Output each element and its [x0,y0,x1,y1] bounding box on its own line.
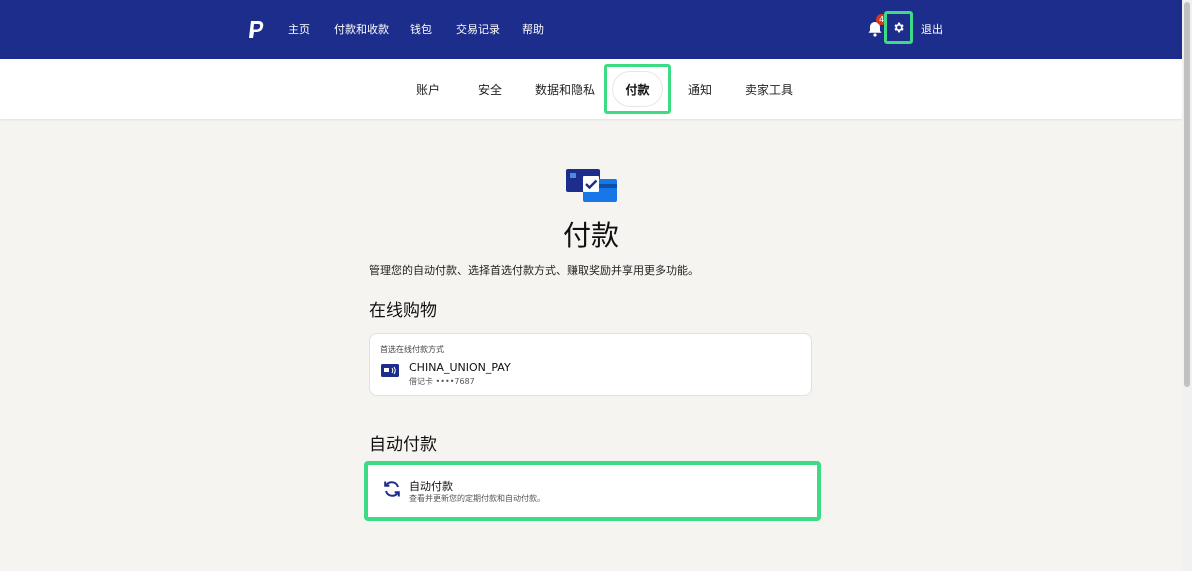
refresh-icon [384,481,400,497]
nav-help[interactable]: 帮助 [522,22,544,38]
auto-pay-description: 查看并更新您的定期付款和自动付款。 [409,494,545,503]
card-name: CHINA_UNION_PAY [409,361,511,374]
preferred-payment-card[interactable]: 首选在线付款方式 CHINA_UNION_PAY 借记卡 ••••7687 [369,333,812,396]
nav-activity[interactable]: 交易记录 [456,22,500,38]
tab-security[interactable]: 安全 [478,82,502,98]
gear-icon [894,22,904,33]
bank-card-icon [381,364,399,377]
online-shopping-heading: 在线购物 [369,301,437,321]
top-navbar: 主页 付款和收款 钱包 交易记录 帮助 4 退出 [0,0,1182,59]
nav-send-receive[interactable]: 付款和收款 [334,22,389,38]
payment-cards-icon [566,169,617,202]
tab-account[interactable]: 账户 [416,82,440,98]
tab-payments-label: 付款 [613,72,662,106]
nav-home[interactable]: 主页 [288,22,310,38]
tab-payments[interactable]: 付款 [604,64,671,114]
scrollbar-thumb[interactable] [1184,2,1190,387]
tab-seller-tools[interactable]: 卖家工具 [745,82,793,98]
paypal-logo[interactable] [247,20,265,40]
page-subtitle: 管理您的自动付款、选择首选付款方式、赚取奖励并享用更多功能。 [369,264,699,277]
settings-button[interactable] [884,11,913,44]
auto-pay-title: 自动付款 [409,480,453,493]
card-detail: 借记卡 ••••7687 [409,377,475,386]
tab-notifications[interactable]: 通知 [688,82,712,98]
settings-subnav: 账户 安全 数据和隐私 通知 卖家工具 [0,59,1182,119]
auto-pay-item[interactable]: 自动付款 查看并更新您的定期付款和自动付款。 [364,461,821,521]
page-title: 付款 [562,219,619,252]
nav-wallet[interactable]: 钱包 [410,22,432,38]
preferred-payment-caption: 首选在线付款方式 [380,345,444,354]
logout-link[interactable]: 退出 [921,22,943,38]
tab-data-privacy[interactable]: 数据和隐私 [535,82,595,98]
auto-pay-heading: 自动付款 [369,435,437,455]
